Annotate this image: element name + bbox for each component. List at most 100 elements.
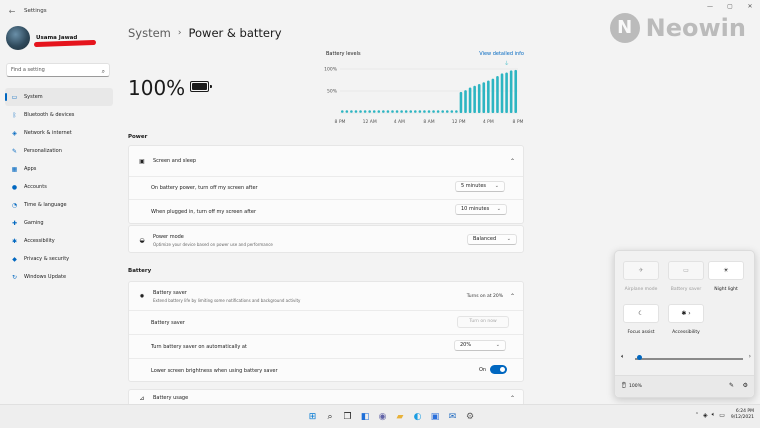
chart-bar: [404, 110, 408, 113]
user-profile[interactable]: Usama Jawad: [6, 26, 97, 50]
chat-icon[interactable]: ◉: [374, 409, 391, 425]
y-tick-label: 50%: [327, 89, 338, 95]
wifi-icon[interactable]: ◈: [703, 412, 708, 419]
sidebar-item-bluetooth-devices[interactable]: ᛒ Bluetooth & devices: [5, 106, 113, 124]
chevron-up-icon[interactable]: ⌃: [695, 412, 699, 418]
lower-brightness-label: Lower screen brightness when using batte…: [151, 367, 278, 374]
chevron-down-icon: ⌄: [496, 206, 501, 212]
chart-bar: [455, 110, 458, 113]
gear-icon[interactable]: ⚙: [743, 382, 748, 389]
x-tick-label: 12 AM: [363, 119, 377, 125]
chart-bar: [496, 76, 499, 113]
quick-settings-panel: ✈ Airplane mode ▭ Battery saver ☀ Night light…: [614, 250, 755, 398]
sidebar-item-privacy-security[interactable]: ◆ Privacy & security: [5, 250, 113, 268]
bluetooth-icon: ᛒ: [12, 111, 17, 119]
sidebar-item-accounts[interactable]: ● Accounts: [5, 178, 113, 196]
x-tick-label: 8 PM: [513, 119, 524, 125]
battery-percent: 100%: [128, 76, 186, 100]
volume-icon[interactable]: 🔈︎: [712, 411, 716, 419]
volume-slider[interactable]: 🔈︎ ›: [621, 352, 751, 364]
chart-icon: ⊿: [139, 394, 145, 402]
chevron-down-icon: ⌄: [494, 183, 499, 189]
turn-on-now-button[interactable]: Turn on now: [457, 316, 509, 328]
accessibility-icon: ✱ ›: [681, 310, 691, 317]
battery-saver-tile[interactable]: ▭: [668, 261, 704, 280]
taskbar: ⊞ ⌕ ❐ ◧ ◉ ▰ ◐ ▣ ✉ ⚙ ⌃ ◈ 🔈︎ ▭ 6:24 PM 9/12/2021: [0, 404, 760, 428]
sidebar-item-system[interactable]: ▭ System: [5, 88, 113, 106]
airplane-mode-tile[interactable]: ✈: [623, 261, 659, 280]
file-explorer-icon[interactable]: ▰: [392, 409, 409, 425]
chart-bar: [345, 110, 349, 113]
lower-brightness-toggle[interactable]: [490, 365, 507, 374]
view-detailed-info-link[interactable]: View detailed info: [479, 51, 524, 57]
focus-assist-tile[interactable]: ☾: [623, 304, 659, 323]
battery-screen-off-dropdown[interactable]: 5 minutes ⌄: [455, 181, 505, 192]
settings-icon[interactable]: ⚙: [462, 409, 479, 425]
neowin-watermark: N Neowin: [609, 13, 746, 43]
quick-settings-tile-label: Airplane mode: [624, 287, 658, 292]
x-tick-label: 4 AM: [394, 119, 405, 125]
battery-levels-chart: 100% 50% ⏚ 8 PM 12 AM 4 AM 8 AM 12 PM 4 PM 8 PM: [324, 60, 524, 125]
shield-icon: ◆: [12, 255, 17, 263]
night-light-icon: ☀: [723, 267, 729, 274]
mail-icon[interactable]: ✉: [444, 409, 461, 425]
sidebar-nav: ▭ System ᛒ Bluetooth & devices ◈ Network & in…: [5, 88, 113, 286]
sidebar-item-accessibility[interactable]: ✱ Accessibility: [5, 232, 113, 250]
start-icon[interactable]: ⊞: [304, 409, 321, 425]
sidebar-item-windows-update[interactable]: ↻ Windows Update: [5, 268, 113, 286]
chevron-up-icon: ⌃: [509, 292, 515, 300]
plugged-screen-off-dropdown[interactable]: 10 minutes ⌄: [455, 204, 507, 215]
widgets-icon[interactable]: ◧: [357, 409, 374, 425]
screen-and-sleep-header[interactable]: ▣ Screen and sleep ⌃: [129, 146, 523, 176]
search-icon[interactable]: ⌕: [322, 409, 339, 425]
chart-bar: [491, 78, 495, 113]
search-input[interactable]: Find a setting ⌕: [6, 63, 110, 77]
chevron-right-icon[interactable]: ›: [749, 353, 751, 360]
battery-usage-title: Battery usage: [153, 395, 189, 401]
quick-settings-tile-label: Night light: [714, 287, 738, 292]
clock[interactable]: 6:24 PM 9/12/2021: [731, 409, 754, 421]
edit-icon[interactable]: ✎: [729, 382, 734, 389]
task-view-icon[interactable]: ❐: [339, 409, 356, 425]
chart-bar: [473, 85, 476, 113]
breadcrumb-parent[interactable]: System: [128, 26, 171, 40]
chevron-down-icon: ⌄: [506, 236, 511, 242]
battery-screen-off-value: 5 minutes: [461, 183, 487, 189]
accessibility-tile[interactable]: ✱ ›: [668, 304, 704, 323]
chevron-up-icon: ⌃: [509, 157, 515, 165]
x-tick-label: 4 PM: [483, 119, 494, 125]
volume-track: [635, 358, 743, 360]
chart-bar: [391, 110, 394, 113]
sidebar-item-network-internet[interactable]: ◈ Network & internet: [5, 124, 113, 142]
window-title: Settings: [24, 8, 47, 14]
sidebar-item-personalization[interactable]: ✎ Personalization: [5, 142, 113, 160]
chart-bar: [363, 110, 367, 113]
quick-settings-tile-label: Focus assist: [627, 330, 655, 335]
store-icon[interactable]: ▣: [427, 409, 444, 425]
chart-bar: [514, 69, 518, 113]
edge-icon[interactable]: ◐: [409, 409, 426, 425]
battery-saver-header[interactable]: ✹ Battery saver Extend battery life by l…: [129, 282, 523, 310]
battery-icon[interactable]: ▭: [719, 412, 725, 419]
night-light-tile[interactable]: ☀: [708, 261, 744, 280]
sidebar-item-label: Accounts: [24, 184, 47, 190]
chevron-up-icon: ⌃: [509, 394, 515, 402]
back-arrow-icon[interactable]: ←: [4, 7, 20, 16]
power-mode-dropdown[interactable]: Balanced ⌄: [467, 234, 517, 245]
battery-usage-card[interactable]: ⊿ Battery usage ⌃: [128, 389, 524, 405]
quick-settings-tile-label: Accessibility: [672, 330, 700, 335]
sidebar-item-gaming[interactable]: ✚ Gaming: [5, 214, 113, 232]
apps-icon: ▦: [11, 165, 18, 173]
battery-saver-threshold-dropdown[interactable]: 20% ⌄: [454, 340, 506, 351]
neowin-logo-icon: N: [609, 13, 640, 43]
power-mode-title: Power mode: [153, 233, 184, 240]
battery-saver-threshold-value: 20%: [460, 342, 472, 348]
sidebar-item-time-language[interactable]: ◔ Time & language: [5, 196, 113, 214]
redaction-mark: [33, 39, 97, 48]
breadcrumb: System › Power & battery: [128, 26, 282, 40]
quick-settings-battery-label: 100%: [629, 384, 642, 389]
sidebar-item-apps[interactable]: ▦ Apps: [5, 160, 113, 178]
chart-bar: [400, 110, 403, 113]
page-title: Power & battery: [188, 26, 282, 40]
chart-bar: [445, 110, 449, 113]
